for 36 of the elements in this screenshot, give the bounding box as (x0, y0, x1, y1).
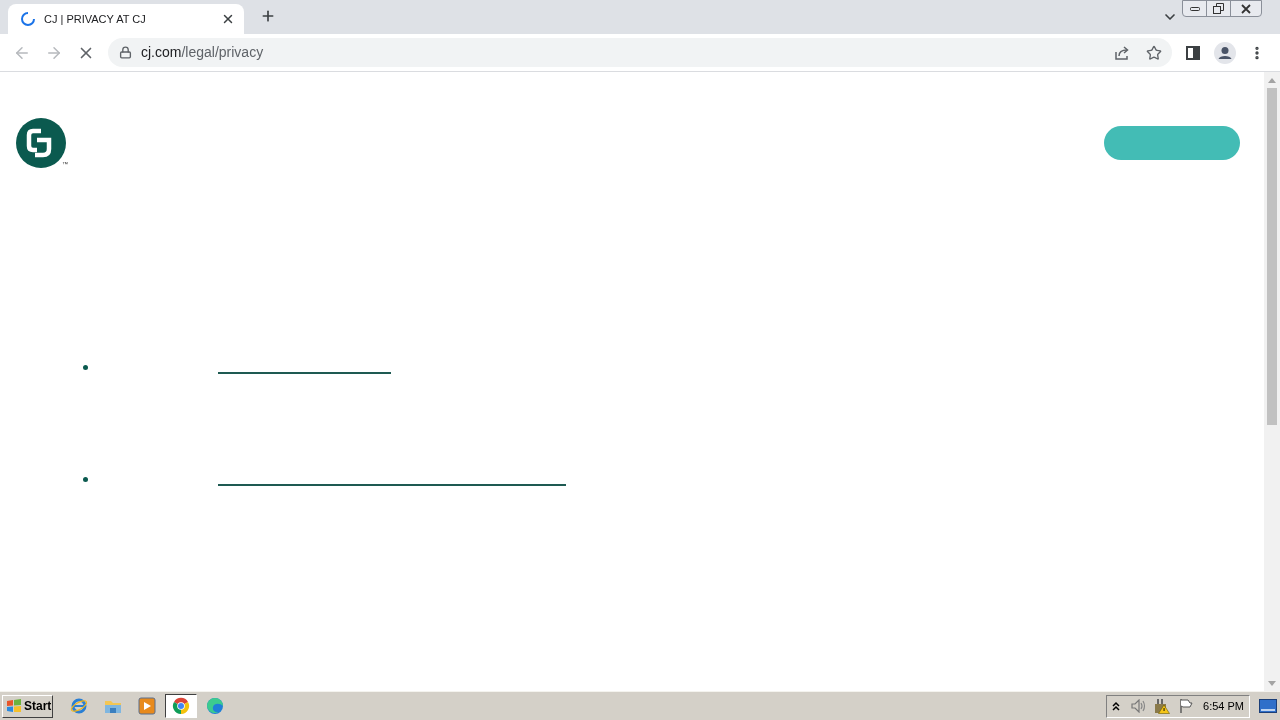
close-icon (1241, 3, 1251, 14)
bullet-icon (83, 365, 88, 370)
plus-icon (260, 8, 276, 24)
show-desktop-button[interactable] (1258, 696, 1278, 716)
flag-icon[interactable] (1179, 698, 1193, 714)
clock-text[interactable]: 6:54 PM (1203, 697, 1244, 715)
url-text: cj.com/legal/privacy (141, 43, 264, 62)
desktop-icon (1259, 699, 1277, 713)
address-bar[interactable]: cj.com/legal/privacy (108, 38, 1172, 67)
scroll-up-arrow-icon[interactable] (1268, 78, 1276, 83)
restore-icon (1213, 3, 1224, 14)
double-chevron-up-icon[interactable] (1112, 701, 1120, 711)
side-panel-icon (1186, 45, 1200, 60)
taskbar-app-button[interactable] (165, 694, 197, 718)
scroll-down-arrow-icon[interactable] (1268, 681, 1276, 686)
pill-button[interactable] (1104, 126, 1240, 160)
star-icon (1146, 44, 1162, 61)
tab-title: CJ | PRIVACY AT CJ (44, 11, 146, 27)
lock-icon (119, 46, 132, 59)
scrollbar-thumb[interactable] (1267, 88, 1277, 425)
start-button[interactable]: Start (2, 694, 53, 718)
share-icon (1114, 44, 1130, 61)
browser-icon (70, 697, 88, 715)
circle-logo-icon (172, 697, 190, 715)
minimize-icon (1189, 6, 1200, 11)
windows-flag-icon (6, 699, 22, 713)
play-icon (138, 697, 156, 715)
close-icon (221, 12, 235, 26)
speaker-icon[interactable] (1131, 699, 1147, 713)
browser-tab[interactable]: CJ | PRIVACY AT CJ (8, 4, 244, 34)
profile-icon (1214, 41, 1236, 64)
network-warning-icon[interactable] (1154, 698, 1170, 714)
bullet-icon (83, 477, 88, 482)
scrollbar[interactable] (1264, 72, 1280, 691)
logo-icon (16, 118, 66, 168)
swirl-logo-icon (206, 697, 224, 715)
